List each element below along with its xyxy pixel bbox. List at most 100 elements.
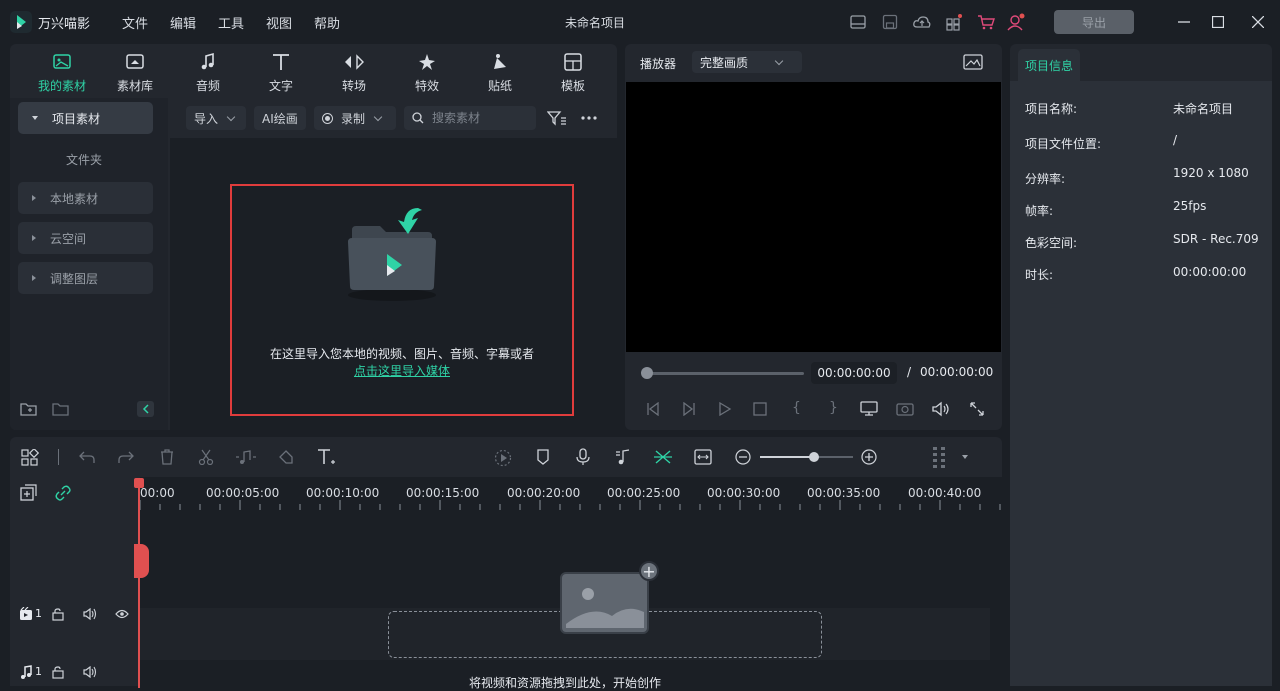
fullscreen-icon[interactable] bbox=[969, 401, 985, 417]
zoom-slider-handle[interactable] bbox=[809, 452, 819, 462]
playhead[interactable] bbox=[138, 478, 140, 688]
tag-icon[interactable] bbox=[278, 449, 294, 465]
tab-sticker[interactable]: 贴纸 bbox=[468, 52, 532, 96]
export-button[interactable]: 导出 bbox=[1054, 10, 1134, 34]
add-marker-tab[interactable] bbox=[134, 544, 149, 578]
more-options-icon[interactable] bbox=[580, 112, 598, 124]
render-preview-icon[interactable] bbox=[494, 449, 512, 467]
info-label-resolution: 分辨率: bbox=[1025, 172, 1066, 186]
microphone-icon[interactable] bbox=[575, 448, 591, 466]
ruler-label: 00:00:40:00 bbox=[908, 486, 982, 500]
next-frame-icon[interactable] bbox=[681, 402, 697, 416]
tab-template[interactable]: 模板 bbox=[541, 52, 605, 96]
user-account-icon[interactable] bbox=[1006, 12, 1026, 32]
new-folder-icon[interactable] bbox=[20, 401, 38, 417]
progress-handle[interactable] bbox=[641, 367, 653, 379]
maximize-icon[interactable] bbox=[1208, 12, 1228, 32]
info-label-frame-rate: 帧率: bbox=[1025, 204, 1054, 218]
import-media-link[interactable]: 点击这里导入媒体 bbox=[230, 362, 574, 379]
track-volume-icon[interactable] bbox=[83, 666, 97, 678]
playhead-handle[interactable] bbox=[134, 478, 144, 488]
layout-icon[interactable] bbox=[848, 12, 868, 32]
ruler-label: 00:00 bbox=[140, 486, 175, 500]
zoom-in-icon[interactable] bbox=[861, 449, 877, 465]
redo-icon[interactable] bbox=[118, 450, 134, 464]
progress-track[interactable] bbox=[644, 372, 804, 375]
chevron-down-icon[interactable] bbox=[962, 455, 968, 459]
minimize-icon[interactable] bbox=[1174, 12, 1194, 32]
link-icon[interactable] bbox=[54, 484, 72, 502]
folder-icon[interactable] bbox=[52, 401, 70, 417]
previous-frame-icon[interactable] bbox=[645, 402, 661, 416]
quality-dropdown[interactable]: 完整画质 bbox=[692, 51, 802, 73]
track-visibility-eye-icon[interactable] bbox=[115, 609, 129, 619]
sidebar-item-cloud-space[interactable]: 云空间 bbox=[18, 222, 153, 254]
record-dropdown[interactable]: 录制 bbox=[314, 106, 396, 130]
close-icon[interactable] bbox=[1248, 12, 1268, 32]
music-add-icon[interactable] bbox=[615, 448, 631, 466]
snapshot-image-icon[interactable] bbox=[963, 54, 983, 70]
current-time[interactable]: 00:00:00:00 bbox=[811, 362, 897, 384]
app-logo bbox=[10, 11, 32, 33]
effects-icon bbox=[416, 52, 438, 72]
cut-scissors-icon[interactable] bbox=[198, 449, 214, 465]
save-icon[interactable] bbox=[880, 12, 900, 32]
marker-icon[interactable] bbox=[535, 449, 551, 465]
ruler-label: 00:00:30:00 bbox=[707, 486, 781, 500]
mark-in-icon[interactable]: { bbox=[792, 400, 801, 416]
ruler-label: 00:00:25:00 bbox=[607, 486, 681, 500]
add-plus-icon[interactable]: + bbox=[639, 561, 659, 581]
camera-snapshot-icon[interactable] bbox=[896, 401, 914, 417]
chevron-down-icon bbox=[226, 112, 236, 121]
tab-stock-library[interactable]: 素材库 bbox=[103, 52, 167, 96]
tab-project-info[interactable]: 项目信息 bbox=[1018, 49, 1080, 81]
audio-detach-icon[interactable] bbox=[235, 449, 257, 465]
menu-tools[interactable]: 工具 bbox=[218, 13, 244, 32]
sidebar-folder[interactable]: 文件夹 bbox=[66, 151, 102, 168]
tab-transition[interactable]: 转场 bbox=[322, 52, 386, 96]
fit-timeline-icon[interactable] bbox=[694, 449, 712, 465]
tab-audio[interactable]: 音频 bbox=[176, 52, 240, 96]
zoom-slider-fill bbox=[760, 456, 814, 458]
tab-my-media[interactable]: 我的素材 bbox=[30, 52, 94, 96]
cloud-upload-icon[interactable] bbox=[912, 12, 932, 32]
stop-icon[interactable] bbox=[753, 402, 767, 416]
play-icon[interactable] bbox=[718, 402, 732, 416]
undo-icon[interactable] bbox=[79, 450, 95, 464]
track-volume-icon[interactable] bbox=[83, 608, 97, 620]
volume-icon[interactable] bbox=[932, 401, 950, 417]
menu-help[interactable]: 帮助 bbox=[314, 13, 340, 32]
delete-icon[interactable] bbox=[159, 449, 175, 465]
menu-edit[interactable]: 编辑 bbox=[170, 13, 196, 32]
music-note-icon bbox=[197, 52, 219, 72]
add-track-icon[interactable] bbox=[20, 484, 38, 502]
shopping-cart-icon[interactable] bbox=[976, 12, 996, 32]
ai-paint-button[interactable]: AI绘画 bbox=[254, 106, 306, 130]
layout-grid-icon[interactable] bbox=[21, 449, 39, 467]
expand-triangle-icon bbox=[32, 116, 38, 120]
track-options-icon[interactable] bbox=[932, 446, 948, 468]
toolbar-divider bbox=[58, 449, 59, 465]
lock-track-icon[interactable] bbox=[52, 608, 64, 621]
mark-out-icon[interactable]: } bbox=[829, 400, 838, 416]
tab-effects[interactable]: 特效 bbox=[395, 52, 459, 96]
menu-view[interactable]: 视图 bbox=[266, 13, 292, 32]
search-input[interactable] bbox=[432, 111, 528, 125]
menu-file[interactable]: 文件 bbox=[122, 13, 148, 32]
tab-text[interactable]: 文字 bbox=[249, 52, 313, 96]
ruler-label: 00:00:05:00 bbox=[206, 486, 280, 500]
zoom-out-icon[interactable] bbox=[735, 449, 751, 465]
app-name: 万兴喵影 bbox=[38, 17, 91, 32]
sidebar-item-adjustment-layer[interactable]: 调整图层 bbox=[18, 262, 153, 294]
filter-icon[interactable] bbox=[547, 110, 567, 126]
display-monitor-icon[interactable] bbox=[860, 401, 878, 417]
search-box[interactable] bbox=[404, 106, 536, 130]
sidebar-project-media[interactable]: 项目素材 bbox=[18, 102, 153, 134]
sidebar-item-local-media[interactable]: 本地素材 bbox=[18, 182, 153, 214]
add-text-icon[interactable] bbox=[317, 448, 337, 466]
import-dropdown[interactable]: 导入 bbox=[186, 106, 246, 130]
apps-grid-icon[interactable] bbox=[944, 12, 964, 32]
lock-track-icon[interactable] bbox=[52, 666, 64, 679]
magnetic-snap-icon[interactable] bbox=[653, 448, 673, 466]
collapse-sidebar-icon[interactable] bbox=[137, 401, 154, 417]
